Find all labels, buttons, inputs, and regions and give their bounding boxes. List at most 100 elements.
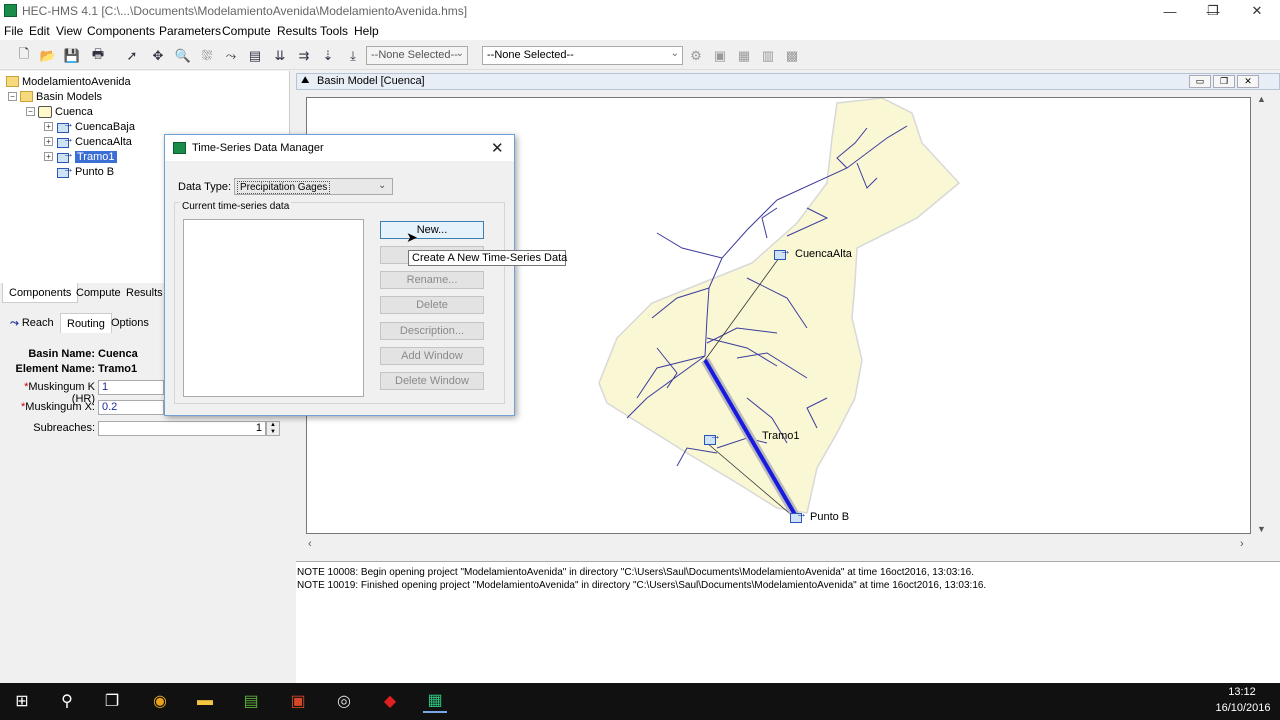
- new-file-icon[interactable]: 🗋: [14, 46, 34, 66]
- tree-item-cuencabaja[interactable]: + CuencaBaja: [44, 118, 135, 134]
- tree-item-cuencaalta[interactable]: + CuencaAlta: [44, 133, 132, 149]
- new-button[interactable]: New...: [380, 221, 484, 239]
- mouse-cursor-icon: ➤: [406, 229, 418, 245]
- subreaches-label: Subreaches:: [33, 422, 95, 434]
- tree-item-tramo1[interactable]: + Tramo1: [44, 148, 117, 164]
- dialog-close-icon[interactable]: ✕: [491, 139, 504, 157]
- menu-compute[interactable]: Compute: [222, 24, 271, 38]
- hec-hms-taskbar-icon[interactable]: ▦: [423, 689, 447, 713]
- subbasin-tool-icon[interactable]: ⛆: [197, 46, 217, 66]
- basin-model-icon: [38, 105, 52, 118]
- tab-results[interactable]: Results: [120, 283, 169, 303]
- print-icon[interactable]: 🖶: [88, 46, 108, 66]
- time-series-list[interactable]: [183, 219, 364, 397]
- basin-horizontal-scrollbar[interactable]: ‹ ›: [306, 538, 1251, 552]
- graph-icon[interactable]: ▦: [734, 46, 754, 66]
- collapse-icon[interactable]: −: [26, 107, 35, 116]
- basin-minimize-button[interactable]: ▭: [1189, 75, 1211, 88]
- open-folder-icon[interactable]: 📂: [38, 46, 58, 66]
- diversion-tool-icon[interactable]: ⇣: [318, 46, 338, 66]
- basin-close-button[interactable]: ✕: [1237, 75, 1259, 88]
- taskbar: ⊞ ⚲ ❐ ◉ ▬ ▤ ▣ ◎ ◆ ▦ 13:12 16/10/2016: [0, 683, 1280, 720]
- compute-icon[interactable]: ⚙: [686, 46, 706, 66]
- menu-help[interactable]: Help: [354, 24, 379, 38]
- scroll-down-icon[interactable]: ▼: [1257, 524, 1266, 534]
- menu-tools[interactable]: Tools: [320, 24, 348, 38]
- element-select-combo[interactable]: --None Selected-- ⌄: [366, 46, 468, 65]
- tree-item-puntob[interactable]: Punto B: [56, 163, 115, 179]
- subbasin-cuencaalta-icon[interactable]: [773, 245, 791, 263]
- delete-window-button[interactable]: Delete Window: [380, 372, 484, 390]
- subreaches-field[interactable]: 1: [98, 421, 266, 436]
- data-type-value: Precipitation Gages: [237, 181, 331, 194]
- tree-item-label: Punto B: [75, 165, 115, 178]
- description-button[interactable]: Description...: [380, 322, 484, 340]
- muskingum-k-field[interactable]: 1: [98, 380, 164, 395]
- global-summary-icon[interactable]: ▣: [710, 46, 730, 66]
- tree-basin-models-label: Basin Models: [36, 90, 103, 103]
- powerpoint-icon[interactable]: ▣: [286, 689, 310, 713]
- basin-vertical-scrollbar[interactable]: ▲ ▼: [1254, 92, 1270, 538]
- window-title: HEC-HMS 4.1 [C:\...\Documents\Modelamien…: [22, 4, 468, 18]
- junction-puntob-icon[interactable]: [789, 508, 807, 526]
- windows-start-icon[interactable]: ⊞: [10, 689, 34, 713]
- reservoir-tool-icon[interactable]: ▤: [245, 46, 265, 66]
- tab-reach[interactable]: ⤳ Reach: [4, 313, 60, 333]
- scroll-right-icon[interactable]: ›: [1240, 538, 1244, 550]
- add-window-button[interactable]: Add Window: [380, 347, 484, 365]
- expand-icon[interactable]: +: [44, 137, 53, 146]
- notepad-icon[interactable]: ▤: [239, 689, 263, 713]
- chrome-icon[interactable]: ◉: [148, 689, 172, 713]
- run-select-combo[interactable]: --None Selected-- ⌄: [482, 46, 683, 65]
- delete-button[interactable]: Delete: [380, 296, 484, 314]
- window-restore-button[interactable]: ❐: [1190, 0, 1236, 22]
- tab-compute[interactable]: Compute: [70, 283, 127, 303]
- move-tool-icon[interactable]: ✥: [148, 46, 168, 66]
- rename-button[interactable]: Rename...: [380, 271, 484, 289]
- obs-icon[interactable]: ◎: [332, 689, 356, 713]
- save-icon[interactable]: 💾: [62, 46, 82, 66]
- tab-components[interactable]: Components: [2, 283, 79, 303]
- menu-parameters[interactable]: Parameters: [159, 24, 221, 38]
- tab-options[interactable]: Options: [105, 313, 155, 333]
- menu-view[interactable]: View: [56, 24, 82, 38]
- basin-restore-button[interactable]: ❐: [1213, 75, 1235, 88]
- expand-icon[interactable]: +: [44, 152, 53, 161]
- clock-time[interactable]: 13:12: [1220, 686, 1264, 698]
- junction-tool-icon[interactable]: ⇉: [294, 46, 314, 66]
- menu-components[interactable]: Components: [87, 24, 155, 38]
- subbasin-cuencabaja-icon[interactable]: [703, 430, 721, 448]
- sink-tool-icon[interactable]: ⤓: [343, 46, 363, 66]
- tree-root[interactable]: ModelamientoAvenida: [6, 74, 131, 89]
- data-type-select[interactable]: Precipitation Gages ⌄: [234, 178, 393, 195]
- folder-icon: [20, 91, 33, 102]
- clock-date[interactable]: 16/10/2016: [1212, 702, 1274, 714]
- expand-icon[interactable]: +: [44, 122, 53, 131]
- zoom-tool-icon[interactable]: 🔍: [173, 46, 193, 66]
- task-view-icon[interactable]: ❐: [100, 689, 124, 713]
- element-select-value: --None Selected--: [371, 49, 458, 61]
- menu-file[interactable]: File: [4, 24, 23, 38]
- window-close-button[interactable]: ✕: [1234, 0, 1280, 22]
- collapse-icon[interactable]: −: [8, 92, 17, 101]
- tree-basin-cuenca[interactable]: − Cuenca: [26, 104, 93, 119]
- tree-basin-models[interactable]: − Basin Models: [8, 89, 102, 104]
- arrow-tool-icon[interactable]: ➚: [122, 46, 142, 66]
- file-explorer-icon[interactable]: ▬: [193, 689, 217, 713]
- menu-results[interactable]: Results: [277, 24, 317, 38]
- reach-tool-icon[interactable]: ⤳: [221, 46, 241, 66]
- source-tool-icon[interactable]: ⇊: [270, 46, 290, 66]
- time-series-table-icon[interactable]: ▩: [782, 46, 802, 66]
- muskingum-x-label-text: Muskingum X:: [25, 401, 95, 413]
- muskingum-x-field[interactable]: 0.2: [98, 400, 164, 415]
- window-minimize-button[interactable]: —: [1147, 0, 1193, 22]
- subreaches-spinner[interactable]: ▲ ▼: [266, 421, 280, 436]
- summary-table-icon[interactable]: ▥: [758, 46, 778, 66]
- search-icon[interactable]: ⚲: [55, 689, 79, 713]
- scroll-left-icon[interactable]: ‹: [308, 538, 312, 550]
- chevron-down-icon: ⌄: [455, 48, 464, 59]
- scroll-up-icon[interactable]: ▲: [1257, 94, 1266, 104]
- acrobat-icon[interactable]: ◆: [378, 689, 402, 713]
- menu-edit[interactable]: Edit: [29, 24, 50, 38]
- dialog-titlebar: Time-Series Data Manager ✕: [165, 135, 514, 161]
